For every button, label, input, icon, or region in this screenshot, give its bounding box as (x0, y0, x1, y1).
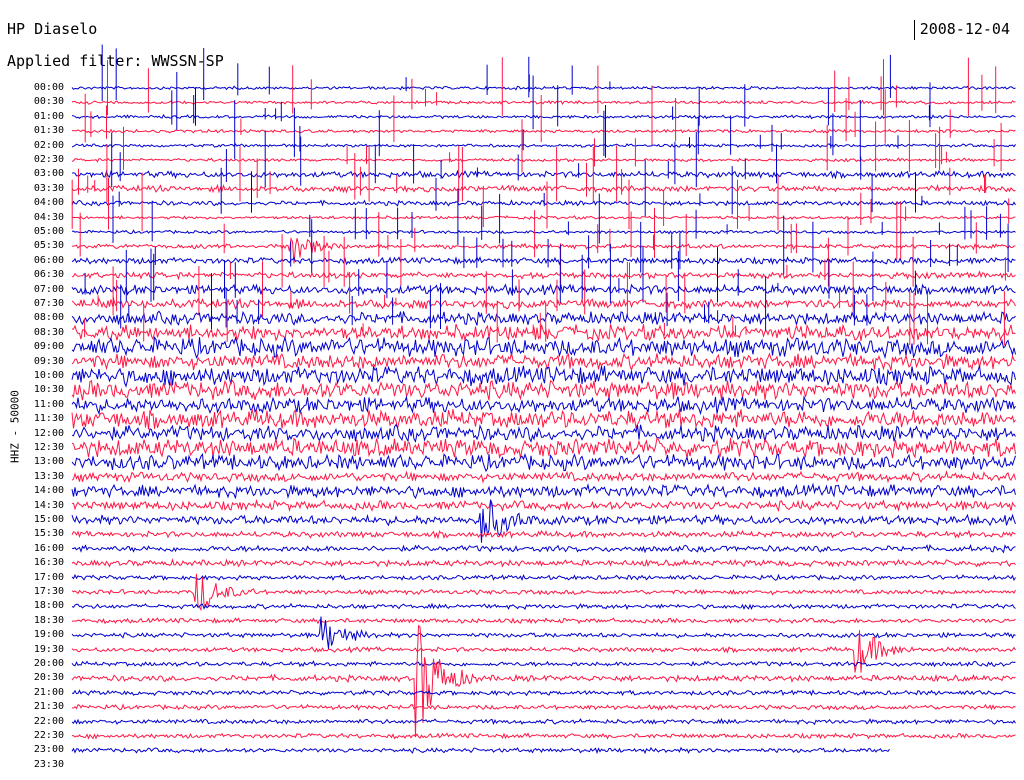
trace-line (71, 498, 1016, 513)
trace-line (71, 310, 1016, 326)
trace-line (71, 423, 1016, 443)
trace-line (71, 689, 1016, 697)
trace-line (71, 352, 1016, 372)
trace-line (71, 85, 1016, 91)
trace-line (71, 256, 1016, 266)
trace-line (71, 114, 1016, 120)
trace-line (71, 624, 1016, 737)
trace-line (71, 157, 1016, 163)
trace-line (71, 335, 1016, 360)
trace-line (71, 544, 1016, 554)
trace-line (71, 717, 1016, 726)
trace-line (72, 732, 1016, 740)
trace-line (71, 746, 890, 755)
trace-line (71, 660, 1016, 668)
trace-line (71, 229, 1016, 235)
trace-line (71, 323, 1016, 342)
trace-line (71, 283, 1016, 296)
seismogram-plot (71, 44, 1016, 755)
trace-line (71, 558, 1016, 568)
trace-line (71, 379, 1016, 401)
trace-line (71, 169, 1016, 180)
trace-line (71, 529, 1016, 540)
trace-line (71, 408, 1016, 430)
trace-line (71, 437, 1016, 459)
trace-line (71, 470, 1016, 484)
trace-line (71, 703, 1016, 711)
trace-line (72, 617, 1016, 625)
trace-line (71, 573, 1016, 582)
trace-line (71, 183, 1016, 194)
trace-line (71, 270, 1016, 281)
trace-line (71, 215, 1016, 221)
trace-line (71, 297, 1016, 311)
trace-line (72, 128, 1016, 134)
trace-line (71, 482, 1016, 500)
trace-line (71, 602, 1016, 611)
trace-line (71, 99, 1016, 105)
trace-line (71, 143, 1016, 149)
